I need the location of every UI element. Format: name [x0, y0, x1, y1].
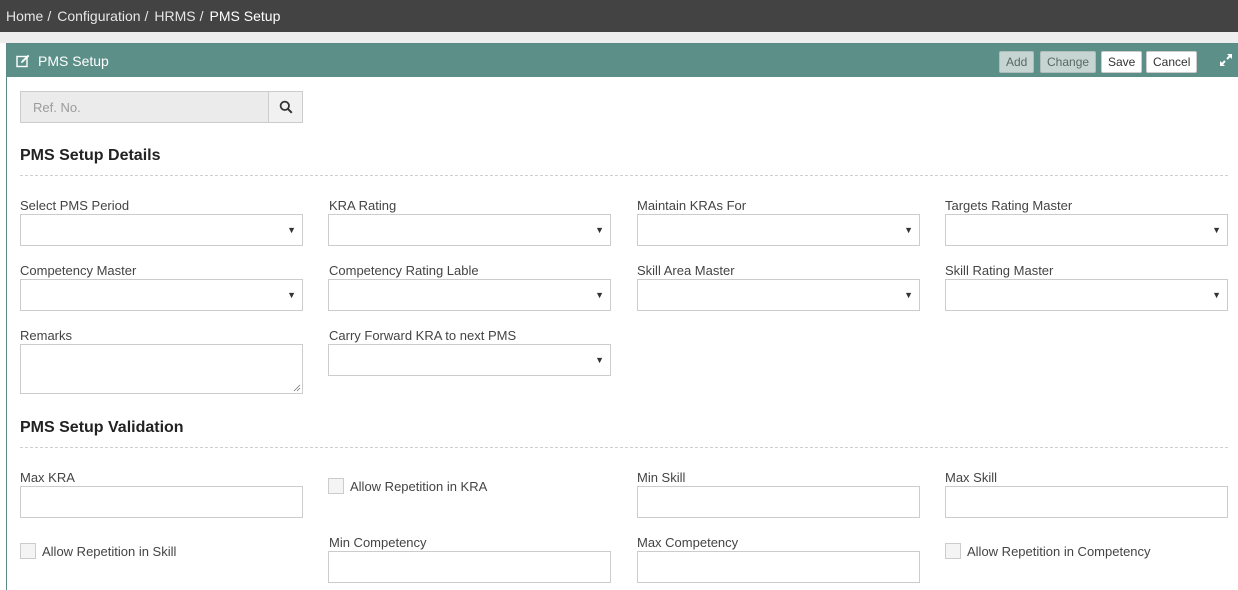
min-competency-input[interactable]	[328, 551, 611, 583]
search-icon	[279, 100, 293, 114]
allow-repetition-kra: Allow Repetition in KRA	[328, 478, 487, 494]
resize-grip-icon[interactable]	[293, 384, 301, 392]
max-competency-input[interactable]	[637, 551, 920, 583]
panel-title: PMS Setup	[38, 52, 109, 69]
max-skill-label: Max Skill	[945, 470, 998, 485]
allow-repetition-skill-label: Allow Repetition in Skill	[42, 543, 177, 559]
allow-repetition-competency-label: Allow Repetition in Competency	[967, 543, 1151, 559]
skill-area-master-label: Skill Area Master	[637, 263, 735, 278]
max-kra-input[interactable]	[20, 486, 303, 518]
pms-period-select[interactable]: ▼	[20, 214, 303, 246]
ref-search-button[interactable]	[268, 92, 302, 122]
maintain-kras-for-select[interactable]: ▼	[637, 214, 920, 246]
ref-no-input[interactable]	[21, 92, 268, 122]
section-title-details: PMS Setup Details	[20, 147, 161, 164]
skill-area-master-select[interactable]: ▼	[637, 279, 920, 311]
breadcrumb-separator: /	[47, 8, 52, 24]
caret-down-icon: ▼	[287, 225, 296, 235]
min-skill-input[interactable]	[637, 486, 920, 518]
competency-rating-lable-select[interactable]: ▼	[328, 279, 611, 311]
allow-repetition-competency: Allow Repetition in Competency	[945, 543, 1151, 559]
caret-down-icon: ▼	[904, 290, 913, 300]
edit-icon	[16, 54, 30, 67]
caret-down-icon: ▼	[595, 355, 604, 365]
breadcrumb-hrms[interactable]: HRMS	[154, 8, 195, 24]
maintain-kras-for-label: Maintain KRAs For	[637, 198, 747, 213]
skill-rating-master-select[interactable]: ▼	[945, 279, 1228, 311]
min-skill-label: Min Skill	[637, 470, 686, 485]
caret-down-icon: ▼	[287, 290, 296, 300]
section-title-validation: PMS Setup Validation	[20, 419, 184, 436]
save-button[interactable]: Save	[1101, 51, 1143, 73]
kra-rating-select[interactable]: ▼	[328, 214, 611, 246]
allow-repetition-skill-checkbox[interactable]	[20, 543, 36, 559]
pms-period-label: Select PMS Period	[20, 198, 130, 213]
competency-master-label: Competency Master	[20, 263, 137, 278]
add-button[interactable]: Add	[999, 51, 1035, 73]
page-gap	[0, 32, 1238, 43]
competency-master-select[interactable]: ▼	[20, 279, 303, 311]
remarks-label: Remarks	[20, 328, 73, 343]
allow-repetition-kra-checkbox[interactable]	[328, 478, 344, 494]
caret-down-icon: ▼	[595, 290, 604, 300]
expand-icon[interactable]	[1219, 53, 1233, 67]
breadcrumb-current: PMS Setup	[209, 8, 281, 24]
allow-repetition-competency-checkbox[interactable]	[945, 543, 961, 559]
change-button[interactable]: Change	[1040, 51, 1097, 73]
ref-no-search	[20, 91, 303, 123]
breadcrumb-separator: /	[144, 8, 149, 24]
targets-rating-master-label: Targets Rating Master	[945, 198, 1073, 213]
caret-down-icon: ▼	[595, 225, 604, 235]
remarks-textarea[interactable]	[20, 344, 303, 394]
section-divider	[20, 175, 1228, 176]
panel-header: PMS Setup Add Change Save Cancel	[7, 44, 1238, 77]
max-competency-label: Max Competency	[637, 535, 739, 550]
skill-rating-master-label: Skill Rating Master	[945, 263, 1054, 278]
max-kra-label: Max KRA	[20, 470, 75, 485]
breadcrumb: Home / Configuration / HRMS / PMS Setup	[0, 0, 1238, 32]
section-divider	[20, 447, 1228, 448]
caret-down-icon: ▼	[1212, 290, 1221, 300]
breadcrumb-separator: /	[199, 8, 204, 24]
allow-repetition-skill: Allow Repetition in Skill	[20, 543, 176, 559]
breadcrumb-home[interactable]: Home	[6, 8, 43, 24]
caret-down-icon: ▼	[1212, 225, 1221, 235]
carry-forward-label: Carry Forward KRA to next PMS	[329, 328, 517, 343]
caret-down-icon: ▼	[904, 225, 913, 235]
carry-forward-select[interactable]: ▼	[328, 344, 611, 376]
cancel-button[interactable]: Cancel	[1146, 51, 1198, 73]
breadcrumb-configuration[interactable]: Configuration	[57, 8, 140, 24]
kra-rating-label: KRA Rating	[329, 198, 397, 213]
max-skill-input[interactable]	[945, 486, 1228, 518]
targets-rating-master-select[interactable]: ▼	[945, 214, 1228, 246]
min-competency-label: Min Competency	[329, 535, 427, 550]
allow-repetition-kra-label: Allow Repetition in KRA	[350, 478, 488, 494]
competency-rating-lable-label: Competency Rating Lable	[329, 263, 479, 278]
pms-setup-panel: PMS Setup Add Change Save Cancel PMS Set…	[6, 43, 1238, 590]
